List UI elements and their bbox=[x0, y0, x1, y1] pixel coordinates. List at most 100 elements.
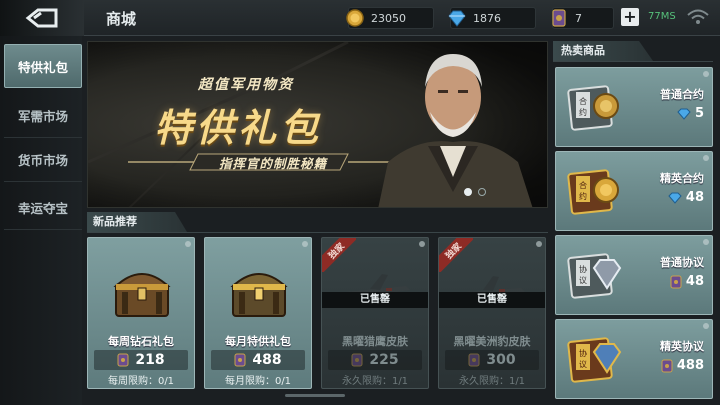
gold-counter: 23050 bbox=[346, 7, 434, 29]
sidebar-item-currency-market[interactable]: 货币市场 bbox=[4, 138, 82, 182]
hot-items-panel: 热卖商品 合 约 普通合约 5 合 约 精英合约 48 协 议 普通协议 48 … bbox=[553, 41, 720, 405]
hot-item-ordinary-protocol[interactable]: 协 议 普通协议 48 bbox=[555, 235, 713, 315]
ticket-icon bbox=[117, 353, 129, 367]
gold-coin-icon bbox=[346, 9, 364, 27]
product-card-weekly-diamond[interactable]: 每周钻石礼包 218 每周限购：0/1 bbox=[87, 237, 195, 389]
section-divider bbox=[553, 61, 713, 62]
card-purchase-limit: 永久限购：1/1 bbox=[458, 376, 526, 387]
hot-item-elite-contract[interactable]: 合 约 精英合约 48 bbox=[555, 151, 713, 231]
banner-subtitle: 超值军用物资 bbox=[198, 77, 294, 93]
hot-item-name: 普通协议 bbox=[660, 256, 704, 269]
scroll-indicator bbox=[285, 394, 345, 397]
sidebar-item-lucky-draw[interactable]: 幸运夺宝 bbox=[4, 186, 82, 230]
card-corner-dot bbox=[536, 241, 542, 247]
sold-out-band: 已售罄 bbox=[439, 292, 545, 308]
hot-item-price: 48 bbox=[685, 274, 704, 289]
gold-value: 23050 bbox=[371, 11, 406, 25]
hot-item-price: 488 bbox=[676, 358, 704, 373]
card-price-row: 218 bbox=[94, 350, 188, 370]
ticket-icon bbox=[661, 359, 673, 372]
treasure-chest-icon bbox=[113, 273, 171, 317]
ticket-icon bbox=[468, 353, 480, 367]
banner-title: 特供礼包 bbox=[154, 106, 323, 150]
hot-item-price-row: 488 bbox=[661, 358, 704, 373]
hot-item-price-row: 48 bbox=[670, 274, 704, 289]
card-corner-dot bbox=[419, 241, 425, 247]
card-price: 488 bbox=[252, 352, 282, 368]
card-name: 每月特供礼包 bbox=[225, 335, 291, 348]
card-price: 225 bbox=[369, 352, 399, 368]
card-price-row: 488 bbox=[211, 350, 305, 370]
hot-items-header: 热卖商品 bbox=[553, 41, 653, 61]
card-corner-dot bbox=[703, 155, 709, 161]
back-arrow-icon bbox=[25, 8, 58, 28]
back-button[interactable] bbox=[0, 0, 84, 36]
svg-text:协: 协 bbox=[579, 264, 587, 274]
sidebar-item-label: 幸运夺宝 bbox=[17, 201, 68, 216]
sidebar-item-label: 军需市场 bbox=[17, 109, 68, 124]
banner-pagination bbox=[464, 188, 486, 196]
banner-ribbon-text: 指挥官的制胜秘籍 bbox=[218, 155, 327, 171]
card-name: 黑曜美洲豹皮肤 bbox=[453, 335, 531, 348]
commander-portrait bbox=[378, 54, 533, 207]
banner-dot-2[interactable] bbox=[478, 188, 486, 196]
latency-readout: 77MS bbox=[648, 11, 676, 22]
sidebar: 特供礼包 军需市场 货币市场 幸运夺宝 bbox=[0, 36, 82, 405]
card-price: 300 bbox=[486, 352, 516, 368]
promo-banner[interactable]: 超值军用物资 特供礼包 指挥官的制胜秘籍 bbox=[87, 41, 548, 208]
diamond-value: 1876 bbox=[473, 11, 501, 25]
hot-item-name: 普通合约 bbox=[660, 88, 704, 101]
svg-text:议: 议 bbox=[579, 360, 587, 369]
hot-item-price: 5 bbox=[694, 106, 704, 121]
svg-text:合: 合 bbox=[579, 96, 587, 106]
new-items-header: 新品推荐 bbox=[87, 212, 187, 232]
card-purchase-limit: 每月限购：0/1 bbox=[224, 376, 292, 387]
aircraft-skin-icon bbox=[346, 274, 410, 308]
aircraft-skin-icon bbox=[465, 276, 525, 308]
product-card-obsidian-falcon-skin[interactable]: 独家 已售罄 黑曜猎鹰皮肤 225 永久限购：1/1 bbox=[321, 237, 429, 389]
card-price: 218 bbox=[135, 352, 165, 368]
card-price-row: 225 bbox=[328, 350, 422, 370]
diamond-counter: 1876 bbox=[448, 7, 536, 29]
svg-text:合: 合 bbox=[579, 180, 587, 190]
elite-protocol-icon: 协 议 bbox=[567, 337, 622, 383]
sidebar-item-military-market[interactable]: 军需市场 bbox=[4, 94, 82, 138]
banner-dot-1[interactable] bbox=[464, 188, 472, 196]
card-corner-dot bbox=[185, 241, 191, 247]
card-corner-dot bbox=[302, 241, 308, 247]
product-card-monthly-special[interactable]: 每月特供礼包 488 每月限购：0/1 bbox=[204, 237, 312, 389]
sold-out-band: 已售罄 bbox=[322, 292, 428, 308]
sidebar-item-label: 货币市场 bbox=[17, 153, 68, 168]
hot-item-price-row: 48 bbox=[668, 190, 704, 205]
hot-item-name: 精英合约 bbox=[660, 172, 704, 185]
ticket-icon bbox=[670, 275, 682, 288]
top-bar: 商城 23050 1876 7 + 77MS bbox=[0, 0, 720, 36]
ticket-counter: 7 bbox=[552, 7, 614, 29]
product-card-obsidian-jaguar-skin[interactable]: 独家 已售罄 黑曜美洲豹皮肤 300 永久限购：1/1 bbox=[438, 237, 546, 389]
diamond-icon bbox=[677, 108, 691, 120]
diamond-icon bbox=[448, 10, 466, 27]
ticket-value: 7 bbox=[575, 11, 582, 25]
ticket-icon bbox=[351, 353, 363, 367]
sidebar-item-special-packs[interactable]: 特供礼包 bbox=[4, 44, 82, 88]
elite-contract-icon: 合 约 bbox=[567, 169, 619, 215]
svg-text:约: 约 bbox=[579, 191, 587, 201]
card-corner-dot bbox=[703, 71, 709, 77]
card-name: 黑曜猎鹰皮肤 bbox=[342, 335, 408, 348]
card-name: 每周钻石礼包 bbox=[108, 335, 174, 348]
ticket-icon bbox=[552, 9, 566, 27]
svg-text:议: 议 bbox=[579, 276, 587, 285]
hot-item-elite-protocol[interactable]: 协 议 精英协议 488 bbox=[555, 319, 713, 399]
hot-item-ordinary-contract[interactable]: 合 约 普通合约 5 bbox=[555, 67, 713, 147]
page-title: 商城 bbox=[106, 10, 137, 28]
sidebar-item-label: 特供礼包 bbox=[17, 59, 68, 75]
add-currency-button[interactable]: + bbox=[621, 8, 639, 26]
ordinary-contract-icon: 合 约 bbox=[567, 85, 619, 131]
diamond-icon bbox=[668, 192, 682, 204]
hot-item-price-row: 5 bbox=[677, 106, 704, 121]
treasure-chest-icon bbox=[230, 273, 288, 317]
svg-text:协: 协 bbox=[579, 348, 587, 358]
card-price-row: 300 bbox=[445, 350, 539, 370]
card-corner-dot bbox=[703, 323, 709, 329]
svg-text:约: 约 bbox=[579, 107, 587, 117]
